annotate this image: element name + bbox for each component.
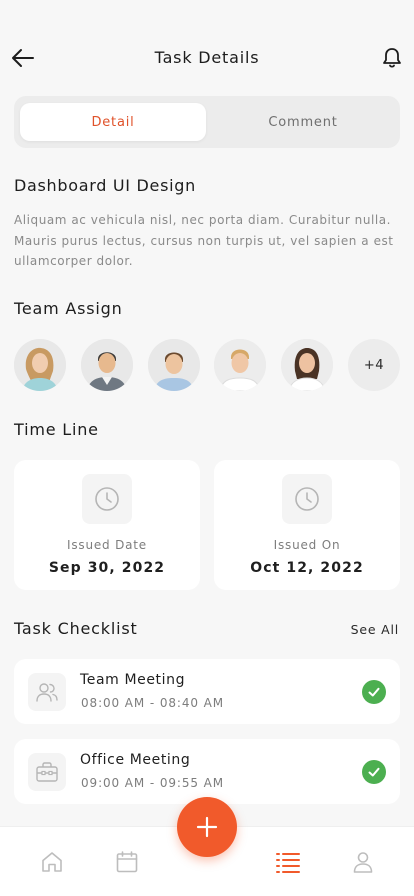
item-time: 08:00 AM - 08:40 AM [81,696,224,710]
home-icon [42,852,62,872]
header: Task Details [0,40,414,76]
team-assign-title: Team Assign [14,299,123,318]
task-description: Aliquam ac vehicula nisl, nec porta diam… [14,213,394,268]
task-title: Dashboard UI Design [14,176,196,195]
clock-icon [295,487,319,511]
item-icon-box [28,753,66,791]
issued-on-card: Issued On Oct 12, 2022 [214,460,400,590]
users-icon [36,683,58,702]
checkmark-icon [368,767,380,777]
avatar[interactable] [214,339,266,391]
man-avatar-icon [214,339,266,391]
profile-icon [353,852,373,873]
item-icon-box [28,673,66,711]
checkmark-icon [368,687,380,697]
nav-tasks[interactable] [275,849,301,875]
clock-icon-box [282,474,332,524]
item-title: Office Meeting [80,752,191,768]
bell-icon [383,48,401,68]
issued-date-card: Issued Date Sep 30, 2022 [14,460,200,590]
checklist-item[interactable]: Team Meeting 08:00 AM - 08:40 AM [14,659,400,724]
page-title: Task Details [154,48,260,67]
avatar[interactable] [14,339,66,391]
date-label: Issued Date [67,538,147,552]
avatar[interactable] [281,339,333,391]
list-icon [276,853,300,873]
check-done-badge[interactable] [362,680,386,704]
tab-detail[interactable]: Detail [20,103,206,141]
date-label: Issued On [273,538,341,552]
checklist-title: Task Checklist [14,619,138,638]
item-title: Team Meeting [80,672,186,688]
timeline-title: Time Line [14,420,99,439]
avatar[interactable] [148,339,200,391]
see-all-link[interactable]: See All [351,622,399,637]
calendar-icon [116,851,138,873]
tab-comment[interactable]: Comment [210,103,396,141]
nav-profile[interactable] [350,849,376,875]
plus-icon [196,816,218,838]
add-task-button[interactable] [177,797,237,857]
clock-icon-box [82,474,132,524]
man-avatar-icon [148,339,200,391]
check-done-badge[interactable] [362,760,386,784]
notification-button[interactable] [380,45,404,71]
tab-bar: Detail Comment [14,96,400,148]
checklist-item[interactable]: Office Meeting 09:00 AM - 09:55 AM [14,739,400,804]
avatar[interactable] [81,339,133,391]
date-value: Sep 30, 2022 [48,560,166,576]
woman-avatar-icon [281,339,333,391]
nav-home[interactable] [39,849,65,875]
item-time: 09:00 AM - 09:55 AM [81,776,224,790]
nav-calendar[interactable] [114,849,140,875]
woman-avatar-icon [14,339,66,391]
man-avatar-icon [81,339,133,391]
clock-icon [95,487,119,511]
date-value: Oct 12, 2022 [250,560,364,576]
more-members-button[interactable]: +4 [348,339,400,391]
briefcase-icon [36,762,58,782]
